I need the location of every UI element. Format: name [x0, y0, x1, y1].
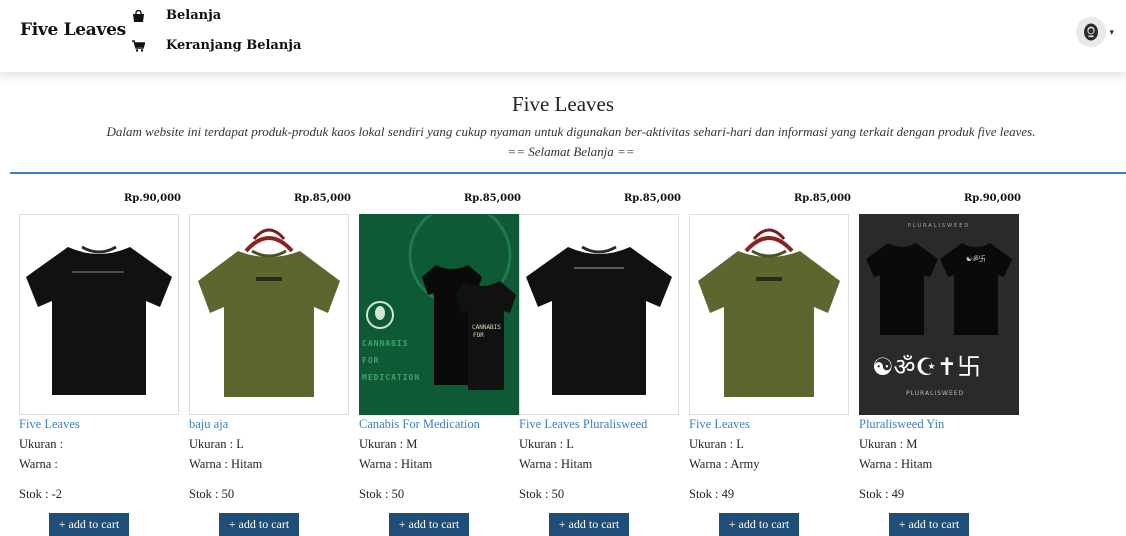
- product-size: Ukuran : M: [859, 437, 918, 451]
- svg-text:PLURALISWEED: PLURALISWEED: [906, 390, 964, 397]
- add-to-cart-button[interactable]: + add to cart: [49, 513, 129, 536]
- product-stock: Stok : -2: [19, 487, 63, 501]
- product-color: Warna : Army: [689, 457, 760, 471]
- product-size: Ukuran : L: [519, 437, 574, 451]
- product-color: Warna : Hitam: [189, 457, 263, 471]
- svg-text:☯ॐ卐: ☯ॐ卐: [966, 255, 986, 263]
- product-name-link[interactable]: Five Leaves: [689, 417, 750, 432]
- product-name-link[interactable]: Five Leaves: [19, 417, 80, 432]
- product-name-link[interactable]: Pluralisweed Yin: [859, 417, 944, 432]
- nav-item-label: Belanja: [166, 8, 222, 23]
- product-price: Rp.85,000: [293, 193, 351, 204]
- add-to-cart-button[interactable]: + add to cart: [549, 513, 629, 536]
- product-image[interactable]: [689, 214, 849, 415]
- svg-text:☯ॐ☪✝卐: ☯ॐ☪✝卐: [872, 353, 981, 381]
- page-title: Five Leaves: [511, 92, 615, 116]
- shopping-cart-icon: [130, 39, 146, 52]
- product-image[interactable]: [189, 214, 349, 415]
- product-stock: Stok : 49: [689, 487, 735, 501]
- product-card: Rp.85,000 Five Leaves Ukuran : L Warna :…: [689, 190, 851, 536]
- product-stock: Stok : 49: [859, 487, 905, 501]
- product-image[interactable]: [19, 214, 179, 415]
- product-size: Ukuran :: [19, 437, 64, 451]
- product-name-link[interactable]: Canabis For Medication: [359, 417, 480, 432]
- product-size: Ukuran : L: [189, 437, 244, 451]
- nav-item-belanja[interactable]: Belanja: [130, 8, 221, 23]
- add-to-cart-button[interactable]: + add to cart: [889, 513, 969, 536]
- product-image[interactable]: ☯ॐ卐 ☯ॐ☪✝卐 PLURALISWEED PLURALISWEED: [859, 214, 1019, 415]
- add-to-cart-button[interactable]: + add to cart: [219, 513, 299, 536]
- product-card: Rp.90,000 Five Leaves Ukuran : Warna : S…: [19, 190, 181, 536]
- product-color: Warna : Hitam: [359, 457, 433, 471]
- divider: [10, 172, 1126, 174]
- product-price: Rp.90,000: [123, 193, 181, 204]
- image-top-text: PLURALISWEED: [907, 223, 971, 229]
- product-stock: Stok : 50: [519, 487, 565, 501]
- page-description: Dalam website ini terdapat produk-produk…: [106, 124, 1036, 139]
- user-avatar-icon[interactable]: [1076, 17, 1107, 47]
- product-stock: Stok : 50: [359, 487, 405, 501]
- add-to-cart-button[interactable]: + add to cart: [719, 513, 799, 536]
- product-image[interactable]: [519, 214, 679, 415]
- product-name-link[interactable]: Five Leaves Pluralisweed: [519, 417, 647, 432]
- product-card: Rp.85,000 baju aja Ukuran : L Warna : Hi…: [189, 190, 351, 536]
- product-price: Rp.90,000: [963, 193, 1021, 204]
- product-image[interactable]: CANNABIS FOR CANNABIS FOR MEDICATION: [359, 214, 519, 415]
- brand-logo[interactable]: Five Leaves: [20, 20, 126, 40]
- nav-item-keranjang[interactable]: Keranjang Belanja: [130, 38, 301, 53]
- add-to-cart-button[interactable]: + add to cart: [389, 513, 469, 536]
- product-stock: Stok : 50: [189, 487, 235, 501]
- product-color: Warna : Hitam: [519, 457, 593, 471]
- product-color: Warna :: [19, 457, 58, 471]
- shopping-bag-icon: [130, 9, 146, 22]
- product-size: Ukuran : M: [359, 437, 418, 451]
- chevron-down-icon[interactable]: ▾: [1109, 27, 1114, 38]
- product-size: Ukuran : L: [689, 437, 744, 451]
- greeting-text: == Selamat Belanja ==: [507, 144, 635, 159]
- product-card: Rp.85,000 CANNABIS FOR CANNABIS FOR MEDI…: [359, 190, 521, 536]
- svg-text:FOR: FOR: [473, 332, 484, 339]
- user-menu[interactable]: ▾: [1076, 17, 1114, 47]
- image-side-text: CANNABIS FOR MEDICATION: [362, 339, 421, 382]
- product-card: Rp.90,000 ☯ॐ卐 ☯ॐ☪✝卐 PLURALISWEED PLURALI…: [859, 190, 1021, 536]
- product-color: Warna : Hitam: [859, 457, 933, 471]
- nav-item-label: Keranjang Belanja: [166, 38, 302, 53]
- product-price: Rp.85,000: [463, 193, 521, 204]
- product-card: Rp.85,000 Five Leaves Pluralisweed Ukura…: [519, 190, 681, 536]
- navbar: Five Leaves Belanja Keranjang Belanja ▾: [0, 0, 1126, 72]
- product-name-link[interactable]: baju aja: [189, 417, 228, 432]
- svg-text:CANNABIS: CANNABIS: [472, 324, 501, 331]
- product-price: Rp.85,000: [623, 193, 681, 204]
- product-price: Rp.85,000: [793, 193, 851, 204]
